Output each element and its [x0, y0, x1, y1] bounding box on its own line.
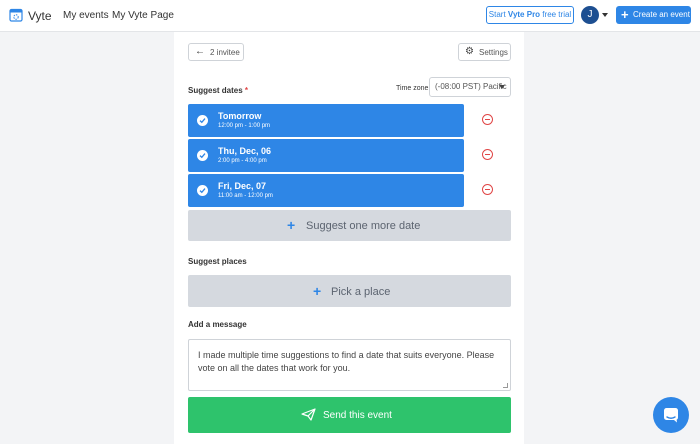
check-icon [197, 185, 208, 196]
date-title: Fri, Dec, 07 [218, 181, 267, 191]
pick-place-button[interactable]: + Pick a place [188, 275, 511, 307]
date-option[interactable]: Tomorrow 12:00 pm - 1:00 pm [188, 104, 464, 137]
plus-icon: + [287, 217, 296, 233]
trial-suffix: free trial [540, 10, 572, 19]
avatar-dropdown-icon[interactable] [602, 13, 608, 17]
suggest-dates-label: Suggest dates [188, 86, 243, 95]
chevron-down-icon [499, 85, 505, 89]
arrow-left-icon: ← [195, 46, 205, 57]
create-event-label: Create an event [633, 10, 690, 19]
suggest-places-heading: Suggest places [188, 257, 247, 266]
gear-icon: ⚙ [465, 46, 474, 57]
date-title: Thu, Dec, 06 [218, 146, 272, 156]
remove-date-icon[interactable] [482, 149, 493, 160]
trial-bold: Vyte Pro [507, 10, 541, 19]
date-option[interactable]: Thu, Dec, 06 2:00 pm - 4:00 pm [188, 139, 464, 172]
date-time: 12:00 pm - 1:00 pm [218, 123, 271, 129]
timezone-label: Time zone [396, 85, 429, 92]
start-trial-button[interactable]: Start Vyte Pro free trial [486, 6, 574, 24]
date-option[interactable]: Fri, Dec, 07 11:00 am - 12:00 pm [188, 174, 464, 207]
settings-button[interactable]: ⚙ Settings [458, 43, 511, 61]
avatar[interactable]: J [581, 6, 599, 24]
date-title: Tomorrow [218, 111, 262, 121]
message-text: I made multiple time suggestions to find… [198, 350, 495, 373]
paper-plane-icon [301, 408, 316, 421]
chat-icon [664, 408, 678, 423]
suggest-dates-heading: Suggest dates * [188, 86, 248, 95]
plus-icon: + [621, 7, 629, 22]
chat-support-button[interactable] [653, 397, 689, 433]
top-navbar: Vyte My events My Vyte Page Start Vyte P… [0, 0, 700, 32]
remove-date-icon[interactable] [482, 184, 493, 195]
suggest-more-date-button[interactable]: + Suggest one more date [188, 210, 511, 241]
timezone-value: (-08:00 PST) Pacific [435, 82, 507, 91]
add-message-heading: Add a message [188, 320, 247, 329]
check-icon [197, 115, 208, 126]
remove-date-icon[interactable] [482, 114, 493, 125]
pick-place-label: Pick a place [331, 286, 391, 298]
message-textarea[interactable]: I made multiple time suggestions to find… [188, 339, 511, 391]
nav-my-events[interactable]: My events [63, 10, 109, 21]
vyte-logo-icon[interactable] [9, 8, 23, 22]
required-mark: * [244, 86, 249, 95]
nav-my-vyte-page[interactable]: My Vyte Page [112, 10, 174, 21]
send-event-button[interactable]: Send this event [188, 397, 511, 433]
brand-name[interactable]: Vyte [28, 9, 52, 23]
trial-prefix: Start [488, 10, 508, 19]
suggest-more-date-label: Suggest one more date [306, 220, 421, 232]
send-event-label: Send this event [323, 410, 392, 421]
resize-handle-icon[interactable] [503, 383, 508, 388]
settings-label: Settings [479, 48, 508, 57]
timezone-select[interactable]: (-08:00 PST) Pacific [429, 77, 511, 97]
plus-icon: + [313, 283, 322, 299]
create-event-button[interactable]: + Create an event [616, 6, 691, 24]
back-invitees-label: 2 invitee [210, 48, 240, 57]
back-invitees-button[interactable]: ← 2 invitee [188, 43, 244, 61]
date-time: 11:00 am - 12:00 pm [218, 193, 273, 199]
check-icon [197, 150, 208, 161]
date-time: 2:00 pm - 4:00 pm [218, 158, 267, 164]
